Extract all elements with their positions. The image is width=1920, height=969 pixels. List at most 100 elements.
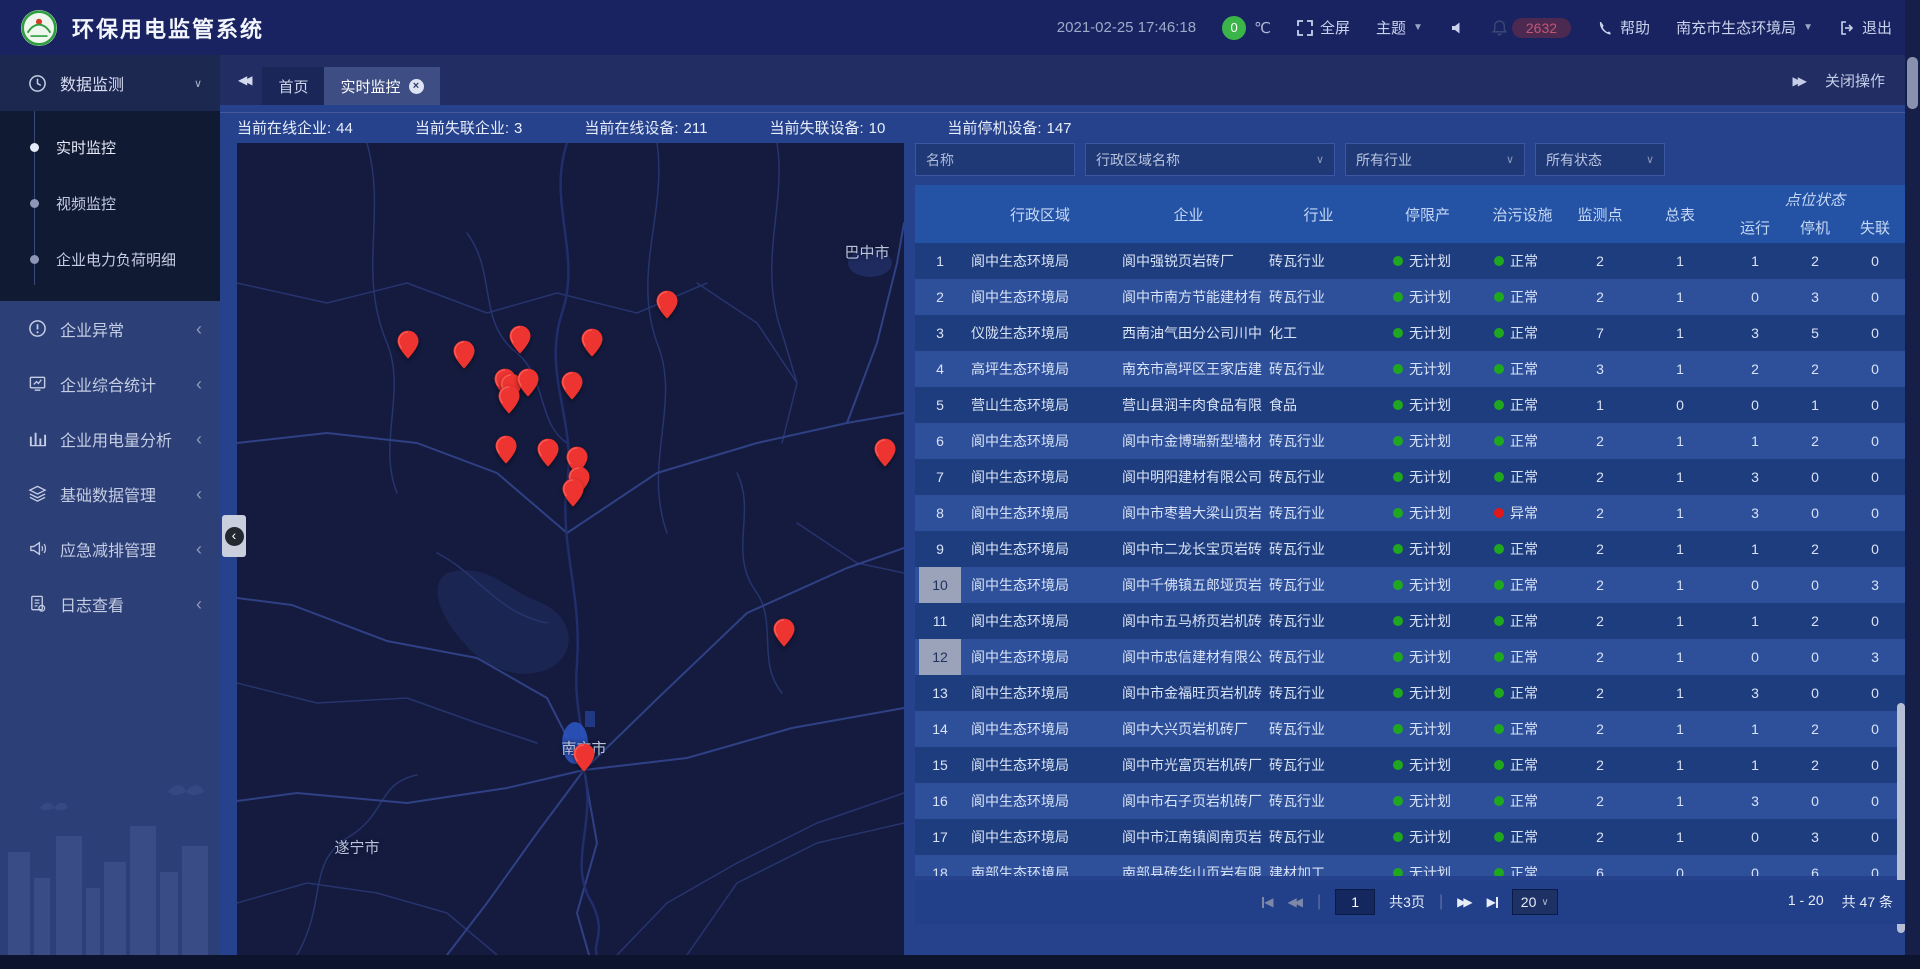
status-dot-icon — [1494, 328, 1504, 338]
map-pin-icon[interactable] — [538, 439, 559, 467]
app-logo — [20, 9, 58, 47]
theme-menu[interactable]: 主题▼ — [1376, 17, 1423, 38]
table-row[interactable]: 14阆中生态环境局阆中大兴页岩机砖厂砖瓦行业无计划正常21120 — [915, 711, 1905, 747]
table-row[interactable]: 11阆中生态环境局阆中市五马桥页岩机砖砖瓦行业无计划正常21120 — [915, 603, 1905, 639]
table-row[interactable]: 9阆中生态环境局阆中市二龙长宝页岩砖砖瓦行业无计划正常21120 — [915, 531, 1905, 567]
page-input[interactable] — [1335, 889, 1375, 915]
chevron-left-icon: ‹ — [196, 595, 202, 613]
sidebar-item[interactable]: 应急减排管理‹ — [0, 521, 220, 576]
collapse-tabs-button[interactable]: ◀◀ — [238, 71, 248, 89]
map-canvas[interactable]: 巴中市南充市遂宁市 — [237, 143, 904, 955]
cell-meters: 1 — [1635, 243, 1725, 279]
sidebar-group-data-monitoring[interactable]: 数据监测 ∨ — [0, 55, 220, 111]
table-row[interactable]: 1阆中生态环境局阆中强锐页岩砖厂砖瓦行业无计划正常21120 — [915, 243, 1905, 279]
tab-home[interactable]: 首页 — [262, 67, 324, 105]
map-pin-icon[interactable] — [875, 439, 896, 467]
cell-meters: 1 — [1635, 315, 1725, 351]
map-pin-icon[interactable] — [398, 331, 419, 359]
megaphone-icon — [28, 539, 47, 558]
cell-production: 无计划 — [1375, 531, 1480, 567]
cell-enterprise: 阆中市二龙长宝页岩砖 — [1115, 531, 1262, 567]
tab-bar: ◀◀ 首页 实时监控 × ▶▶ 关闭操作 — [220, 55, 1905, 105]
row-index: 7 — [919, 459, 961, 495]
table-row[interactable]: 15阆中生态环境局阆中市光富页岩机砖厂砖瓦行业无计划正常21120 — [915, 747, 1905, 783]
cell-region: 阆中生态环境局 — [965, 459, 1115, 495]
table-row[interactable]: 17阆中生态环境局阆中市江南镇阆南页岩砖瓦行业无计划正常21030 — [915, 819, 1905, 855]
table-row[interactable]: 5营山生态环境局营山县润丰肉食品有限食品无计划正常10010 — [915, 387, 1905, 423]
table-row[interactable]: 7阆中生态环境局阆中明阳建材有限公司砖瓦行业无计划正常21300 — [915, 459, 1905, 495]
cell-enterprise: 阆中市五马桥页岩机砖 — [1115, 603, 1262, 639]
table-row[interactable]: 13阆中生态环境局阆中市金福旺页岩机砖砖瓦行业无计划正常21300 — [915, 675, 1905, 711]
map-pin-icon[interactable] — [563, 479, 584, 507]
prev-page-button[interactable]: ◀◀ — [1288, 895, 1303, 909]
help-button[interactable]: 帮助 — [1597, 17, 1650, 38]
chevron-down-icon: ∨ — [1506, 153, 1514, 166]
mute-button[interactable] — [1449, 20, 1465, 36]
sidebar-item[interactable]: 企业用电量分析‹ — [0, 411, 220, 466]
region-filter-select[interactable]: 行政区域名称 ∨ — [1085, 143, 1335, 176]
cell-industry: 砖瓦行业 — [1262, 279, 1375, 315]
layers-icon — [28, 484, 47, 503]
scroll-tabs-right-button[interactable]: ▶▶ — [1793, 72, 1803, 89]
industry-filter-select[interactable]: 所有行业 ∨ — [1345, 143, 1525, 176]
map-pin-icon[interactable] — [774, 619, 795, 647]
close-tab-icon[interactable]: × — [409, 79, 424, 94]
table-row[interactable]: 2阆中生态环境局阆中市南方节能建材有砖瓦行业无计划正常21030 — [915, 279, 1905, 315]
cell-facility: 正常 — [1480, 711, 1565, 747]
cell-running: 1 — [1725, 243, 1785, 279]
org-menu[interactable]: 南充市生态环境局▼ — [1676, 17, 1813, 38]
sidebar-item[interactable]: 企业异常‹ — [0, 301, 220, 356]
last-page-button[interactable]: ▶ — [1487, 895, 1498, 909]
sidebar-item[interactable]: 日志查看‹ — [0, 576, 220, 631]
status-dot-icon — [1494, 472, 1504, 482]
next-page-button[interactable]: ▶▶ — [1457, 895, 1472, 909]
cell-points: 2 — [1565, 243, 1635, 279]
map-pin-icon[interactable] — [510, 326, 531, 354]
page-size-select[interactable]: 20 ∨ — [1512, 889, 1558, 915]
map-pin-icon[interactable] — [574, 744, 595, 772]
name-filter-input[interactable] — [915, 143, 1075, 176]
sidebar-item[interactable]: 基础数据管理‹ — [0, 466, 220, 521]
status-filter-select[interactable]: 所有状态 ∨ — [1535, 143, 1665, 176]
map-pin-icon[interactable] — [496, 436, 517, 464]
map-pin-icon[interactable] — [657, 291, 678, 319]
notifications[interactable]: 2632 — [1491, 18, 1571, 38]
map-pin-icon[interactable] — [518, 369, 539, 397]
map-pin-icon[interactable] — [454, 341, 475, 369]
cell-enterprise: 南充市高坪区王家店建 — [1115, 351, 1262, 387]
page-scrollbar[interactable] — [1905, 0, 1920, 955]
map-pin-icon[interactable] — [582, 329, 603, 357]
cell-industry: 食品 — [1262, 387, 1375, 423]
table-row[interactable]: 12阆中生态环境局阆中市忠信建材有限公砖瓦行业无计划正常21003 — [915, 639, 1905, 675]
cell-running: 3 — [1725, 495, 1785, 531]
sidebar-item[interactable]: 企业综合统计‹ — [0, 356, 220, 411]
fullscreen-button[interactable]: 全屏 — [1297, 17, 1350, 38]
sidebar-subitem[interactable]: 企业电力负荷明细 — [0, 231, 220, 287]
map-pin-icon[interactable] — [562, 372, 583, 400]
cell-running: 0 — [1725, 279, 1785, 315]
cell-meters: 1 — [1635, 675, 1725, 711]
map-pin-icon[interactable] — [499, 386, 520, 414]
close-operations-button[interactable]: 关闭操作 — [1825, 70, 1885, 91]
cell-running: 1 — [1725, 531, 1785, 567]
cell-industry: 砖瓦行业 — [1262, 423, 1375, 459]
table-row[interactable]: 8阆中生态环境局阆中市枣碧大梁山页岩砖瓦行业无计划异常21300 — [915, 495, 1905, 531]
logout-button[interactable]: 退出 — [1839, 17, 1892, 38]
map-collapse-handle[interactable]: ‹ — [222, 515, 246, 557]
sidebar-subitem[interactable]: 实时监控 — [0, 119, 220, 175]
page-scrollbar-thumb[interactable] — [1907, 57, 1918, 109]
first-page-button[interactable]: ◀ — [1262, 895, 1273, 909]
row-index: 16 — [919, 783, 961, 819]
status-dot-icon — [1393, 436, 1403, 446]
cell-points: 2 — [1565, 531, 1635, 567]
table-row[interactable]: 3仪陇生态环境局西南油气田分公司川中化工无计划正常71350 — [915, 315, 1905, 351]
table-row[interactable]: 4高坪生态环境局南充市高坪区王家店建砖瓦行业无计划正常31220 — [915, 351, 1905, 387]
table-row[interactable]: 6阆中生态环境局阆中市金博瑞新型墙材砖瓦行业无计划正常21120 — [915, 423, 1905, 459]
table-row[interactable]: 18南部生态环境局南部县砖华山页岩有限公建材加工无计划正常60060 — [915, 855, 1905, 876]
cell-stopped: 1 — [1785, 387, 1845, 423]
table-row[interactable]: 16阆中生态环境局阆中市石子页岩机砖厂砖瓦行业无计划正常21300 — [915, 783, 1905, 819]
table-row[interactable]: 10阆中生态环境局阆中千佛镇五郎垭页岩砖瓦行业无计划正常21003 — [915, 567, 1905, 603]
sidebar-subitem[interactable]: 视频监控 — [0, 175, 220, 231]
cell-production: 无计划 — [1375, 495, 1480, 531]
tab-realtime-monitoring[interactable]: 实时监控 × — [324, 67, 439, 105]
